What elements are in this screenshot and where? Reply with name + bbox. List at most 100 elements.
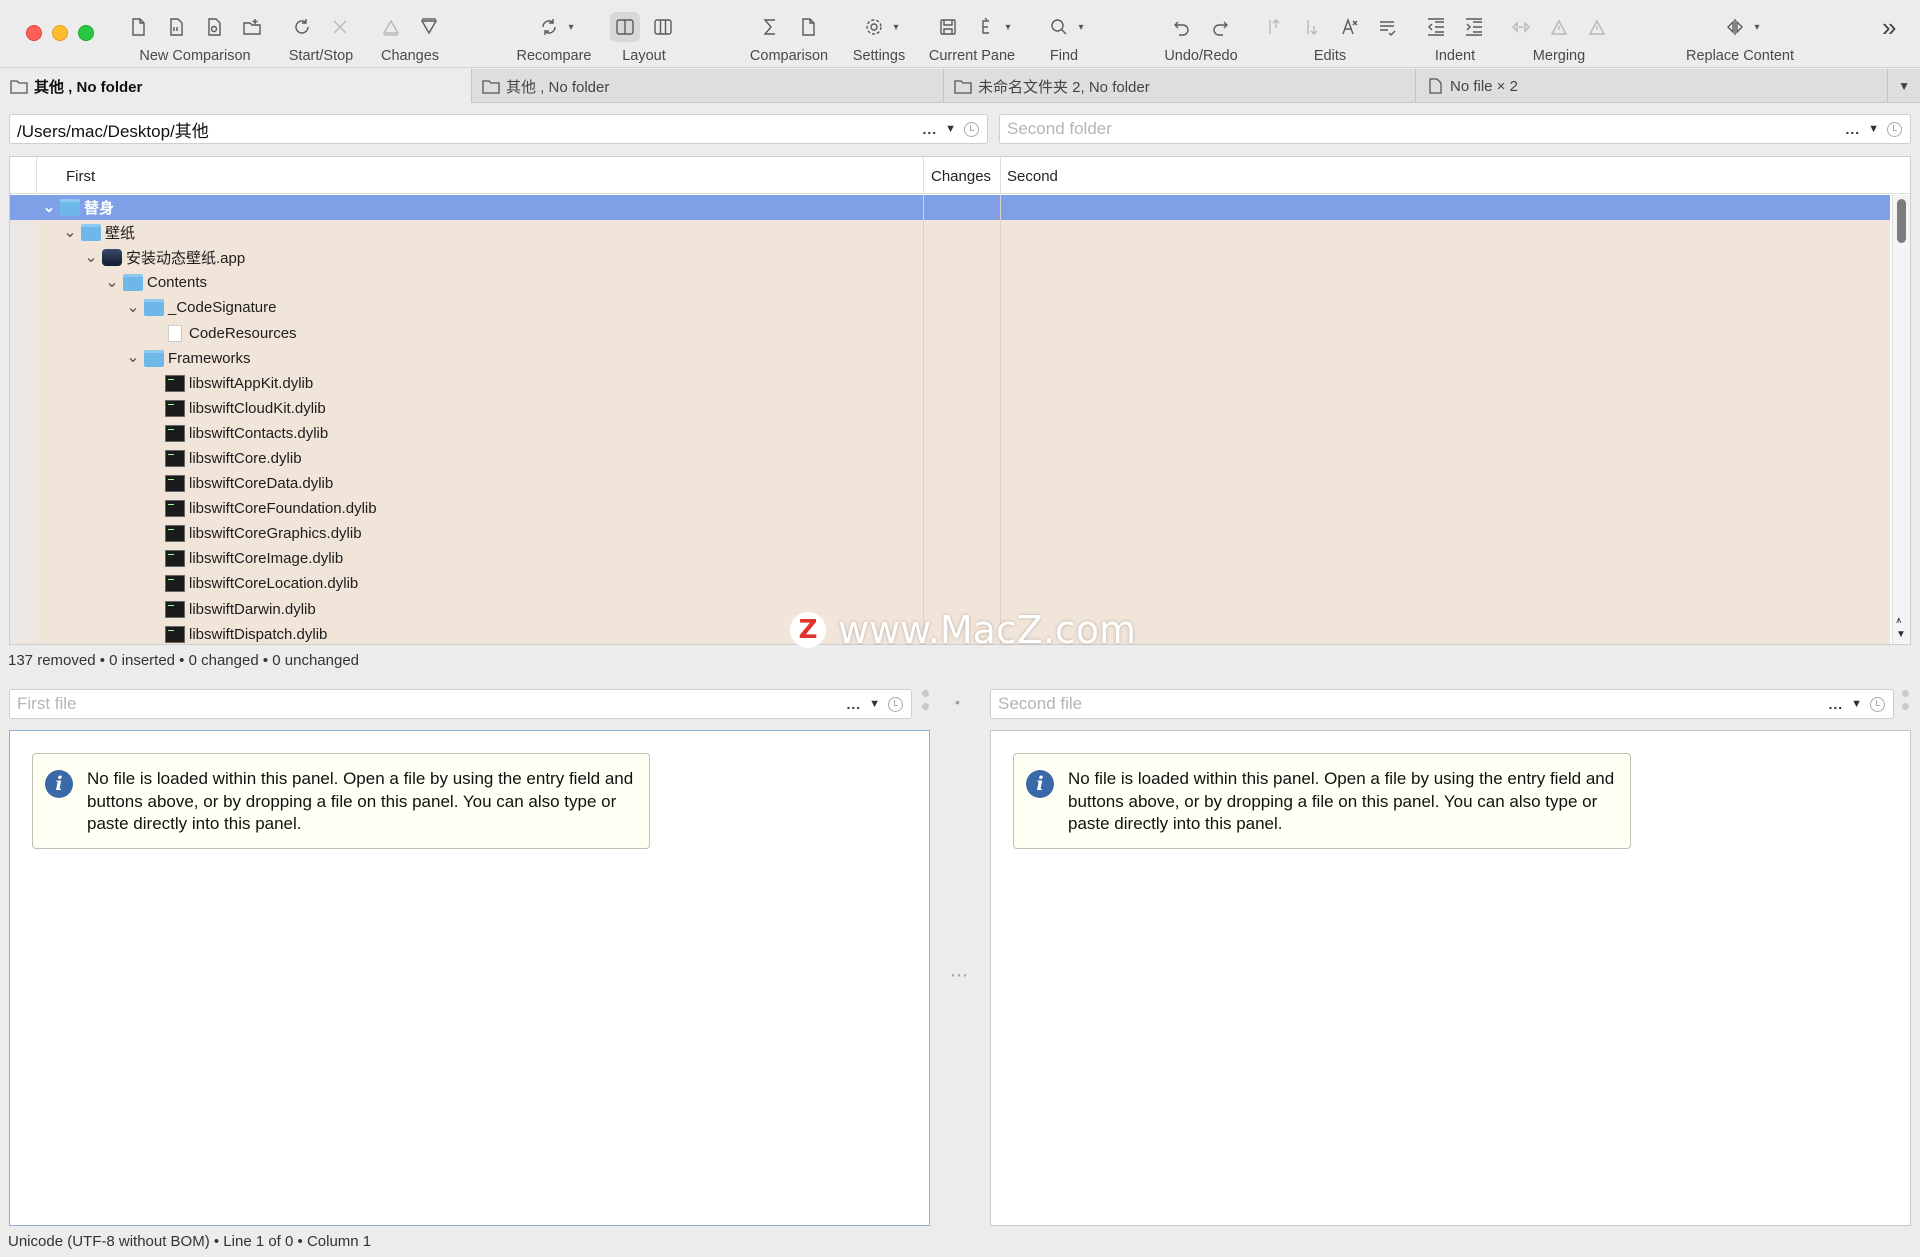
second-folder-input[interactable] <box>1007 119 1846 139</box>
first-file-panel[interactable]: i No file is loaded within this panel. O… <box>9 730 930 1226</box>
first-file-field[interactable]: ... ▼ <box>9 689 912 719</box>
column-divider[interactable] <box>923 157 924 193</box>
dylib-icon <box>165 525 185 543</box>
tree-row[interactable]: ⌄ Frameworks <box>10 345 1890 371</box>
chevron-down-icon[interactable]: ⌄ <box>63 224 77 240</box>
tree-row[interactable]: libswiftAppKit.dylib <box>10 370 1890 396</box>
layout-three-pane-icon[interactable] <box>648 12 678 42</box>
tree-row[interactable]: libswiftCoreFoundation.dylib <box>10 496 1890 522</box>
settings-chevron-down-icon[interactable]: ▾ <box>893 22 898 33</box>
toolbar-overflow-icon[interactable]: » <box>1882 12 1896 43</box>
delete-edits-icon[interactable] <box>1334 12 1364 42</box>
merge-both-icon[interactable] <box>1506 12 1536 42</box>
merge-conflict-icon[interactable] <box>1544 12 1574 42</box>
second-folder-dropdown-icon[interactable]: ▼ <box>1868 123 1879 135</box>
move-up-icon[interactable] <box>1258 12 1288 42</box>
indent-icon[interactable] <box>1459 12 1489 42</box>
second-file-dropdown-icon[interactable]: ▼ <box>1851 698 1862 710</box>
chevron-down-icon[interactable]: ⌄ <box>42 199 56 215</box>
tree-row[interactable]: libswiftCloudKit.dylib <box>10 395 1890 421</box>
first-folder-dropdown-icon[interactable]: ▼ <box>945 123 956 135</box>
first-folder-field[interactable]: /Users/mac/Desktop/其他 ... ▼ <box>9 114 988 144</box>
stop-icon[interactable] <box>325 12 355 42</box>
undo-icon[interactable] <box>1167 12 1197 42</box>
first-folder-history-icon[interactable] <box>964 121 979 137</box>
minimize-window-button[interactable] <box>52 25 68 41</box>
first-file-input[interactable] <box>17 694 847 714</box>
chevron-down-icon[interactable]: ⌄ <box>126 299 140 315</box>
scrollbar-thumb[interactable] <box>1897 199 1906 243</box>
text-lines-icon[interactable] <box>1372 12 1402 42</box>
encoding-icon[interactable] <box>971 12 1001 42</box>
find-chevron-down-icon[interactable]: ▾ <box>1078 22 1083 33</box>
column-divider[interactable] <box>1000 157 1001 193</box>
tree-row[interactable]: libswiftCoreData.dylib <box>10 471 1890 497</box>
gear-icon[interactable] <box>859 12 889 42</box>
recompare-icon[interactable] <box>534 12 564 42</box>
tree-row[interactable]: ⌄ 壁纸 <box>10 220 1890 246</box>
next-change-icon[interactable] <box>414 12 444 42</box>
chevron-down-icon[interactable]: ⌄ <box>126 350 140 366</box>
tab-other[interactable]: 其他 , No folder <box>472 69 944 103</box>
current-pane-chevron-down-icon[interactable]: ▾ <box>1005 22 1010 33</box>
replace-content-chevron-down-icon[interactable]: ▾ <box>1754 22 1759 33</box>
tree-row[interactable]: CodeResources <box>10 320 1890 346</box>
settings-label: Settings <box>852 48 906 64</box>
save-icon[interactable] <box>933 12 963 42</box>
tree-row[interactable]: ⌄ 替身 <box>10 195 1890 221</box>
second-file-input[interactable] <box>998 694 1829 714</box>
previous-change-icon[interactable] <box>376 12 406 42</box>
new-folder-comparison-icon[interactable] <box>237 12 267 42</box>
tree-row[interactable]: ⌄ 安装动态壁纸.app <box>10 245 1890 271</box>
outdent-icon[interactable] <box>1421 12 1451 42</box>
tab-other-active[interactable]: 其他 , No folder <box>0 69 472 103</box>
merge-warning-icon[interactable] <box>1582 12 1612 42</box>
first-file-history-icon[interactable] <box>888 696 903 712</box>
tab-no-file[interactable]: No file × 2 <box>1416 69 1888 103</box>
tree-row[interactable]: ⌄ Contents <box>10 270 1890 296</box>
redo-icon[interactable] <box>1205 12 1235 42</box>
browse-second-file-button[interactable]: ... <box>1828 696 1843 712</box>
zoom-window-button[interactable] <box>78 25 94 41</box>
tree-row[interactable]: libswiftContacts.dylib <box>10 420 1890 446</box>
column-second[interactable]: Second <box>1007 168 1058 185</box>
document-icon[interactable] <box>793 12 823 42</box>
scroll-top-icon[interactable]: ⩚ <box>1896 615 1902 626</box>
second-pane-drag-handle[interactable] <box>1902 690 1910 716</box>
new-image-comparison-icon[interactable] <box>199 12 229 42</box>
tab-overflow-menu-icon[interactable]: ▼ <box>1888 69 1920 102</box>
recompare-chevron-down-icon[interactable]: ▾ <box>568 22 573 33</box>
tree-row[interactable]: libswiftCoreGraphics.dylib <box>10 521 1890 547</box>
swap-sides-icon[interactable] <box>1720 12 1750 42</box>
browse-second-folder-button[interactable]: ... <box>1845 121 1860 137</box>
column-first[interactable]: First <box>66 168 95 185</box>
close-window-button[interactable] <box>26 25 42 41</box>
first-file-dropdown-icon[interactable]: ▼ <box>869 698 880 710</box>
tree-scrollbar[interactable]: ⩚ ▼ <box>1892 195 1910 644</box>
search-icon[interactable] <box>1044 12 1074 42</box>
move-down-icon[interactable] <box>1296 12 1326 42</box>
second-folder-field[interactable]: ... ▼ <box>999 114 1911 144</box>
tree-row[interactable]: libswiftCoreLocation.dylib <box>10 571 1890 597</box>
tree-row[interactable]: ⌄ _CodeSignature <box>10 295 1890 321</box>
first-pane-drag-handle[interactable] <box>922 690 930 716</box>
new-text-comparison-icon[interactable] <box>123 12 153 42</box>
new-binary-comparison-icon[interactable] <box>161 12 191 42</box>
tab-untitled-folder[interactable]: 未命名文件夹 2, No folder <box>944 69 1416 103</box>
refresh-icon[interactable] <box>287 12 317 42</box>
chevron-down-icon[interactable]: ⌄ <box>84 249 98 265</box>
column-changes[interactable]: Changes <box>931 168 991 185</box>
layout-two-pane-icon[interactable] <box>610 12 640 42</box>
second-folder-history-icon[interactable] <box>1887 121 1902 137</box>
browse-first-file-button[interactable]: ... <box>846 696 861 712</box>
second-file-field[interactable]: ... ▼ <box>990 689 1894 719</box>
second-file-history-icon[interactable] <box>1870 696 1885 712</box>
chevron-down-icon[interactable]: ⌄ <box>105 274 119 290</box>
browse-first-folder-button[interactable]: ... <box>922 121 937 137</box>
tree-row[interactable]: libswiftCoreImage.dylib <box>10 546 1890 572</box>
tree-row[interactable]: libswiftCore.dylib <box>10 445 1890 472</box>
first-folder-path[interactable]: /Users/mac/Desktop/其他 <box>17 117 922 142</box>
scroll-down-icon[interactable]: ▼ <box>1896 629 1906 640</box>
sigma-icon[interactable] <box>755 12 785 42</box>
second-file-panel[interactable]: i No file is loaded within this panel. O… <box>990 730 1911 1226</box>
